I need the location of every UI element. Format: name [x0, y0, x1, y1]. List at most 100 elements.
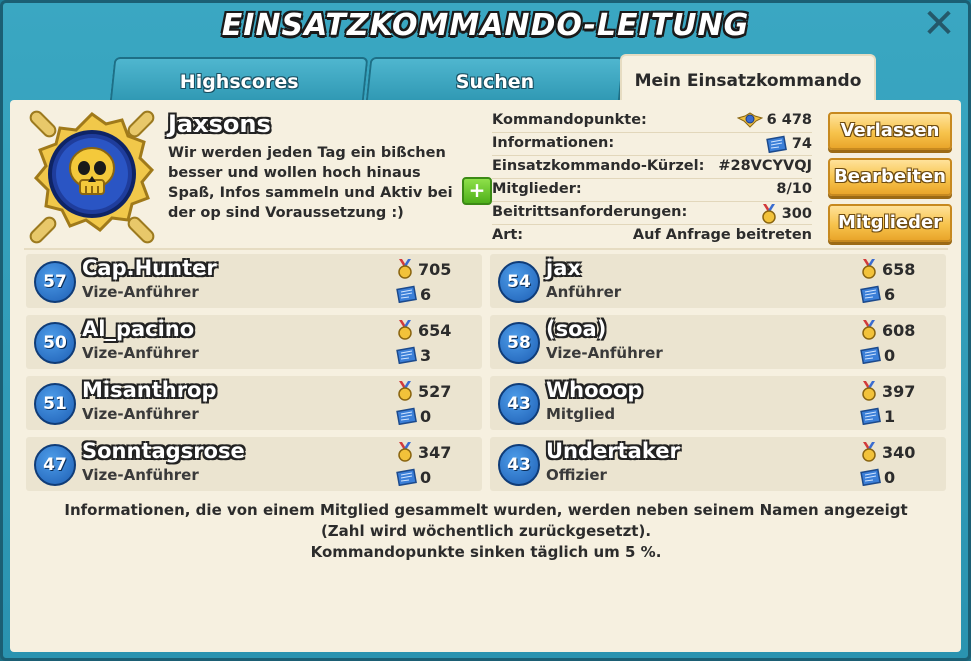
- info-label: Einsatzkommando-Kürzel:: [492, 158, 705, 174]
- intel-icon: [860, 468, 881, 487]
- window-title: EINSATZKOMMANDO-LEITUNG: [221, 8, 750, 43]
- tab-search[interactable]: Suchen: [365, 57, 625, 103]
- member-role: Vize-Anführer: [82, 466, 199, 484]
- member-role: Vize-Anführer: [82, 283, 199, 301]
- info-value: 6 478: [766, 112, 812, 128]
- member-name: Undertaker: [546, 439, 680, 463]
- intel-count: 1: [884, 406, 896, 426]
- member-card[interactable]: 58 (soa) Vize-Anführer 608 0: [490, 315, 946, 369]
- task-force-name: Jaxsons: [168, 110, 271, 138]
- add-member-button[interactable]: +: [462, 177, 492, 205]
- info-value: Auf Anfrage beitreten: [632, 227, 812, 243]
- info-value-wrap: 6 478: [736, 112, 812, 128]
- intel-count: 0: [420, 467, 432, 487]
- member-role: Vize-Anführer: [546, 344, 663, 362]
- info-row-members: Mitglieder: 8/10: [492, 179, 812, 202]
- member-intel: 6: [860, 283, 895, 305]
- info-label: Mitglieder:: [492, 181, 582, 197]
- level-badge: 54: [498, 261, 540, 303]
- edit-button[interactable]: Bearbeiten: [828, 158, 952, 196]
- tab-highscores[interactable]: Highscores: [109, 57, 369, 103]
- medal-icon: [860, 259, 878, 279]
- medal-icon: [396, 320, 414, 340]
- medal-icon: [396, 442, 414, 462]
- footer-line-2: (Zahl wird wöchentlich zurückgesetzt).: [320, 522, 652, 540]
- tab-my-task-force[interactable]: Mein Einsatzkommando: [620, 54, 876, 104]
- info-row-intel: Informationen: 74: [492, 133, 812, 156]
- member-card[interactable]: 50 Al_pacino Vize-Anführer 654 3: [26, 315, 482, 369]
- divider: [24, 248, 948, 250]
- member-intel: 0: [860, 344, 895, 366]
- info-value: #28VCYVQJ: [718, 158, 812, 174]
- member-medals: 397: [860, 380, 915, 402]
- info-row-requirement: Beitrittsanforderungen: 300: [492, 202, 812, 225]
- member-medals: 347: [396, 441, 451, 463]
- member-name: Al_pacino: [82, 317, 195, 341]
- medal-count: 608: [882, 320, 916, 340]
- intel-count: 0: [420, 406, 432, 426]
- member-medals: 705: [396, 258, 451, 280]
- level-badge: 57: [34, 261, 76, 303]
- footer-line-3: Kommandopunkte sinken täglich um 5 %.: [310, 543, 662, 561]
- task-force-description: Wir werden jeden Tag ein bißchen besser …: [168, 145, 453, 221]
- medal-icon: [396, 381, 414, 401]
- tab-search-label: Suchen: [455, 71, 534, 93]
- medal-icon: [396, 259, 414, 279]
- intel-icon: [396, 285, 417, 304]
- member-card[interactable]: 47 Sonntagsrose Vize-Anführer 347 0: [26, 437, 482, 491]
- intel-icon: [860, 285, 881, 304]
- info-value-wrap: 74: [766, 135, 812, 153]
- member-card[interactable]: 43 Whooop Mitglied 397 1: [490, 376, 946, 430]
- leave-button[interactable]: Verlassen: [828, 112, 952, 150]
- info-value-wrap: 300: [760, 204, 812, 224]
- members-button[interactable]: Mitglieder: [828, 204, 952, 242]
- info-row-type: Art: Auf Anfrage beitreten: [492, 225, 812, 247]
- level-badge: 58: [498, 322, 540, 364]
- close-icon[interactable]: ✕: [921, 4, 957, 44]
- medal-count: 340: [882, 442, 916, 462]
- member-card[interactable]: 57 Cap.Hunter Vize-Anführer 705 6: [26, 254, 482, 308]
- member-intel: 3: [396, 344, 431, 366]
- level-badge: 43: [498, 383, 540, 425]
- info-label: Kommandopunkte:: [492, 112, 647, 128]
- member-name: Misanthrop: [82, 378, 217, 402]
- intel-icon: [396, 468, 417, 487]
- level-badge: 51: [34, 383, 76, 425]
- intel-icon: [396, 407, 417, 426]
- member-intel: 0: [396, 405, 431, 427]
- level-badge: 47: [34, 444, 76, 486]
- intel-count: 6: [420, 284, 432, 304]
- member-card[interactable]: 51 Misanthrop Vize-Anführer 527 0: [26, 376, 482, 430]
- member-card[interactable]: 43 Undertaker Offizier 340 0: [490, 437, 946, 491]
- medal-count: 654: [418, 320, 452, 340]
- footer-note: Informationen, die von einem Mitglied ge…: [24, 500, 948, 563]
- level-badge: 43: [498, 444, 540, 486]
- member-intel: 6: [396, 283, 431, 305]
- intel-count: 6: [884, 284, 896, 304]
- medal-icon: [860, 381, 878, 401]
- member-name: jax: [546, 256, 581, 280]
- member-intel: 1: [860, 405, 895, 427]
- member-intel: 0: [396, 466, 431, 488]
- member-name: Sonntagsrose: [82, 439, 245, 463]
- intel-count: 0: [884, 345, 896, 365]
- info-value: 8/10: [776, 181, 812, 197]
- member-role: Offizier: [546, 466, 607, 484]
- info-label: Beitrittsanforderungen:: [492, 204, 688, 220]
- level-badge: 50: [34, 322, 76, 364]
- tab-highscores-label: Highscores: [179, 71, 299, 93]
- intel-icon: [860, 346, 881, 365]
- member-card[interactable]: 54 jax Anführer 658 6: [490, 254, 946, 308]
- member-intel: 0: [860, 466, 895, 488]
- member-medals: 527: [396, 380, 451, 402]
- member-medals: 658: [860, 258, 915, 280]
- member-role: Mitglied: [546, 405, 616, 423]
- member-role: Anführer: [546, 283, 622, 301]
- info-value: 300: [781, 206, 812, 222]
- member-name: Cap.Hunter: [82, 256, 217, 280]
- member-medals: 608: [860, 319, 915, 341]
- intel-icon: [860, 407, 881, 426]
- member-name: Whooop: [546, 378, 643, 402]
- task-force-points-icon: [736, 112, 763, 128]
- info-label: Informationen:: [492, 135, 615, 151]
